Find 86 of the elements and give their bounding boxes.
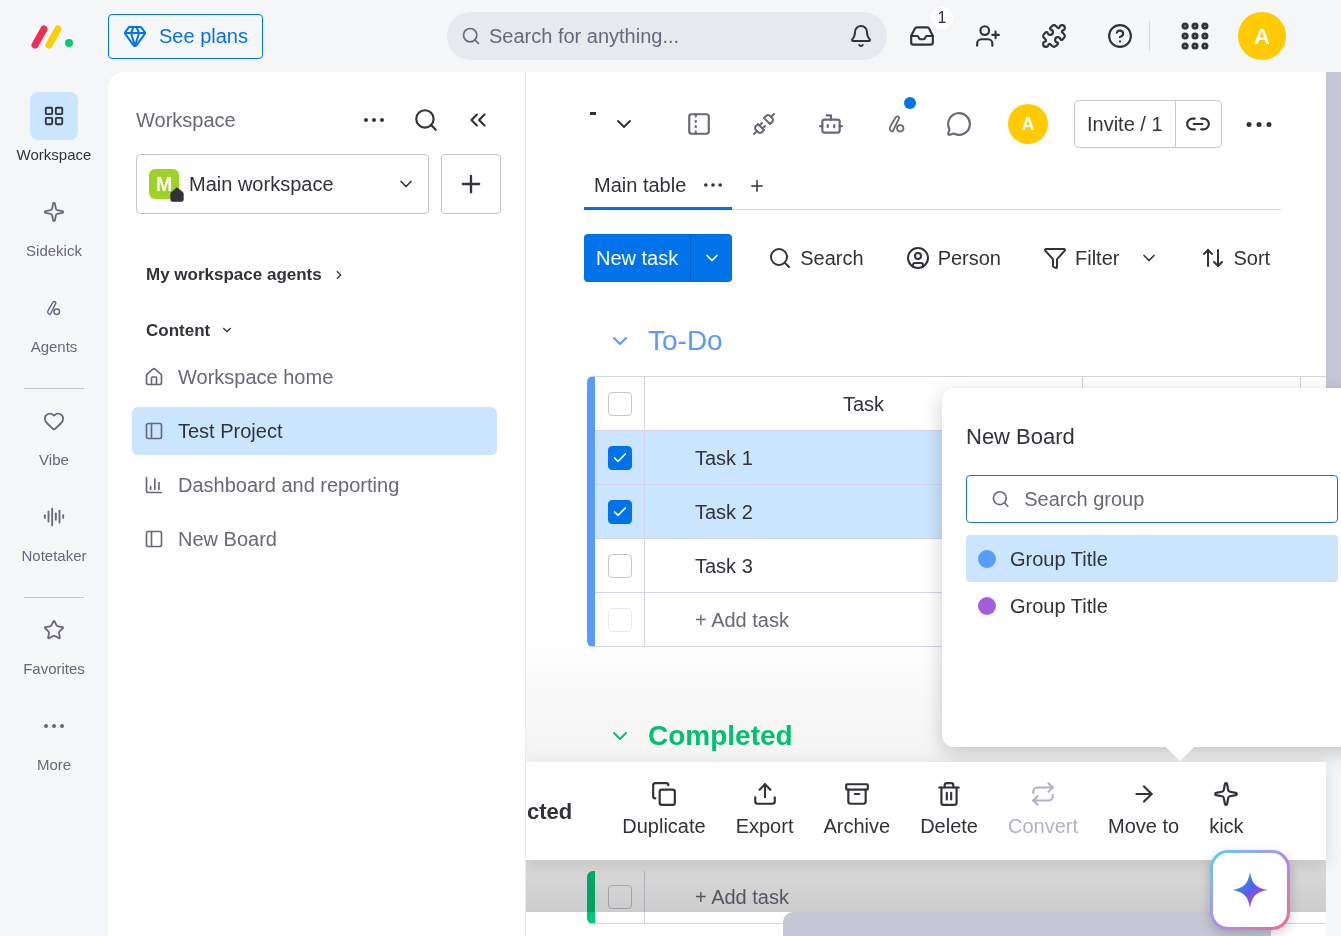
inbox-icon[interactable] [908,23,935,49]
row-checkbox[interactable] [607,445,632,470]
rail-label: Vibe [39,450,69,470]
inbox-badge: 1 [930,7,953,29]
task-name: Task 2 [694,499,753,525]
rail-label: Notetaker [21,546,87,566]
group-search-input[interactable]: Search group [1024,484,1313,514]
group-option[interactable]: Group Title [966,535,1338,582]
view-tab[interactable]: Main table [584,162,733,210]
toolbar-button[interactable]: Person [905,243,1001,273]
search-input[interactable]: Search for anything... [488,21,841,51]
board-list-item[interactable]: New Board [132,515,497,563]
workspace-switcher[interactable]: M Main workspace [136,154,430,214]
home-icon [144,367,164,387]
board-list-item[interactable]: Workspace home [132,353,497,401]
agents-link[interactable]: My workspace agents [146,262,346,288]
sparkle-icon [1213,781,1240,807]
rail-label: Workspace [16,145,92,165]
board-title-mark [590,112,596,115]
panel-title: Workspace [136,108,237,133]
filter-icon [1043,246,1067,270]
action-button[interactable]: Move to [1108,781,1180,841]
robot-icon[interactable] [818,111,844,137]
grid-icon [43,105,65,127]
board-list-item[interactable]: Test Project [132,407,497,455]
star-icon [43,619,65,641]
row-checkbox[interactable] [607,553,632,578]
action-button[interactable]: Archive [823,781,891,841]
sparkle-icon [43,201,65,223]
chart-icon [144,475,164,495]
upload-icon [751,781,778,807]
person-icon [905,246,930,270]
more-icon[interactable] [1245,121,1272,127]
group-search-field[interactable]: Search group [966,475,1338,523]
board-icon [144,529,164,549]
action-button[interactable]: Export [735,781,794,841]
add-task-button[interactable]: + Add task [645,871,789,923]
rail-label: More [36,755,72,775]
heart-icon [43,410,65,432]
convert-icon [1030,781,1056,807]
board-icon [144,421,164,441]
unplug-icon[interactable] [752,112,776,136]
task-name: Task 1 [694,445,753,471]
horizontal-scrollbar[interactable] [783,912,1271,936]
action-button[interactable]: kick [1209,781,1244,841]
add-task-button[interactable]: + Add task [645,593,789,646]
rail-label: Agents [30,337,78,357]
rail-item[interactable] [30,92,78,140]
sound-wave-icon [43,506,65,528]
bell-icon[interactable] [848,24,873,48]
copy-icon [650,781,677,807]
search-icon[interactable] [413,107,439,133]
help-icon[interactable] [1106,23,1133,49]
checkbox-placeholder [607,607,632,632]
chat-icon[interactable] [946,111,972,137]
board-list-item[interactable]: Dashboard and reporting [132,461,497,509]
diamond-icon [123,24,147,48]
toolbar-button[interactable]: Filter [1043,243,1120,273]
sort-icon [1201,246,1226,270]
checkbox-placeholder [607,885,632,909]
puzzle-icon[interactable] [1040,23,1067,49]
search-bar[interactable]: Search for anything... [446,12,887,60]
see-plans-button[interactable]: See plans [108,13,263,59]
row-checkbox[interactable] [607,499,632,524]
sidekick-floating-button[interactable] [1210,850,1290,930]
action-button[interactable]: Delete [920,781,978,841]
search-icon [460,26,481,46]
more-icon [44,724,64,728]
invite-person-icon[interactable] [974,23,1001,49]
rail-label: Favorites [23,659,85,679]
archive-icon [843,781,870,807]
rail-label: Sidekick [26,241,82,261]
selected-count: cted [527,797,573,826]
group-option[interactable]: Group Title [966,582,1338,629]
action-button[interactable]: Duplicate [622,781,706,841]
more-icon[interactable] [363,118,385,122]
more-icon [704,182,723,187]
toolbar-button[interactable]: Search [768,243,864,273]
task-name: Task 3 [694,553,753,579]
search-icon [768,246,793,270]
row-checkbox[interactable] [607,391,632,416]
section-header[interactable]: Content [146,317,235,343]
house-icon [169,187,185,203]
toolbar-button[interactable]: Sort [1201,243,1271,273]
search-icon [991,489,1011,509]
trash-icon [936,781,963,807]
